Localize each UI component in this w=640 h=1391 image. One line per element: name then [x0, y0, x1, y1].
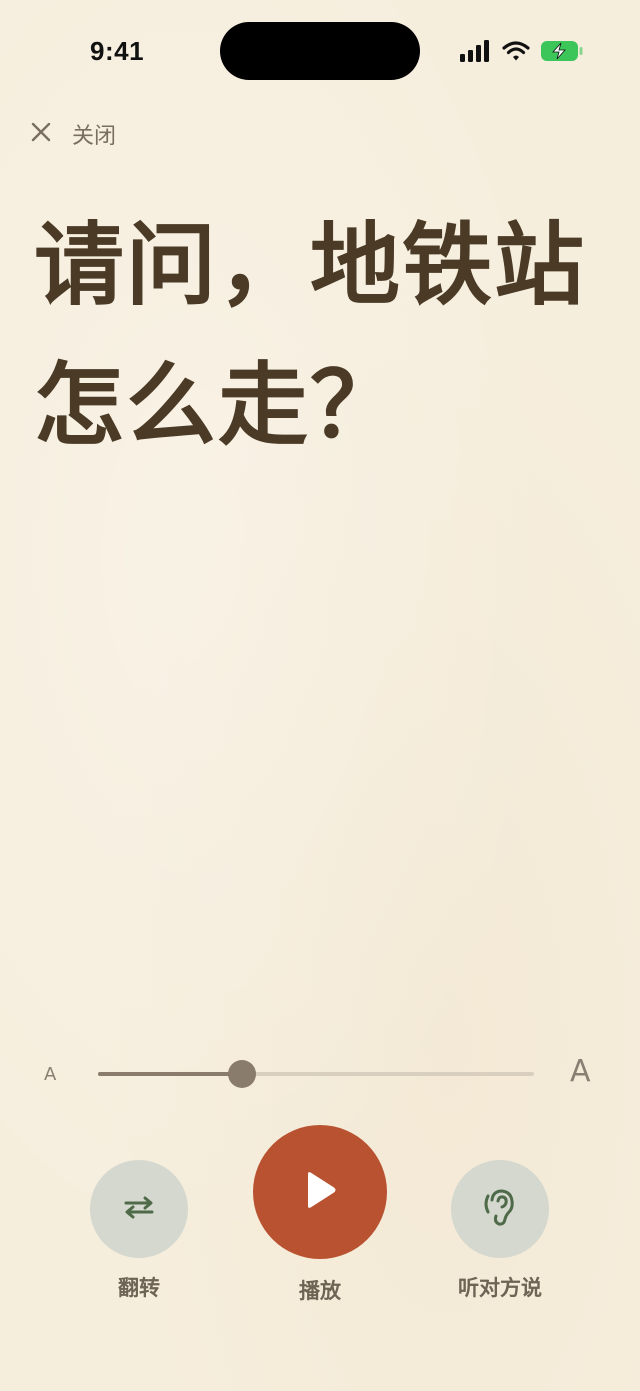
wifi-icon	[502, 40, 530, 66]
font-size-large-label: A	[570, 1054, 591, 1089]
slider-thumb[interactable]	[227, 1060, 256, 1088]
listen-control: 听对方说	[451, 1160, 549, 1302]
ear-icon	[480, 1186, 520, 1232]
flip-button[interactable]	[90, 1160, 188, 1258]
slider-track[interactable]	[98, 1060, 534, 1088]
play-button[interactable]	[253, 1125, 387, 1259]
battery-charging-icon	[540, 40, 584, 66]
close-button[interactable]: 关闭	[30, 118, 116, 150]
flip-label: 翻转	[118, 1276, 160, 1300]
play-control: 播放	[253, 1125, 387, 1305]
flip-control: 翻转	[90, 1160, 188, 1302]
phrase-text: 请问，地铁站怎么走？	[34, 213, 586, 458]
play-icon	[302, 1170, 338, 1214]
font-size-small-label: A	[44, 1064, 57, 1085]
dynamic-island	[220, 22, 420, 80]
status-bar: 9:41	[0, 0, 640, 100]
bottom-controls: 翻转 播放 听对方说	[0, 1120, 640, 1320]
slider-track-fill	[98, 1072, 242, 1076]
status-time: 9:41	[90, 36, 145, 66]
cellular-signal-icon	[460, 40, 492, 66]
listen-label: 听对方说	[458, 1276, 542, 1300]
font-size-slider: A A	[0, 1050, 640, 1100]
close-label: 关闭	[72, 124, 117, 149]
close-icon	[30, 121, 52, 147]
status-icons	[460, 40, 584, 66]
play-label: 播放	[299, 1279, 341, 1303]
listen-button[interactable]	[451, 1160, 549, 1258]
swap-arrows-icon	[122, 1194, 156, 1224]
